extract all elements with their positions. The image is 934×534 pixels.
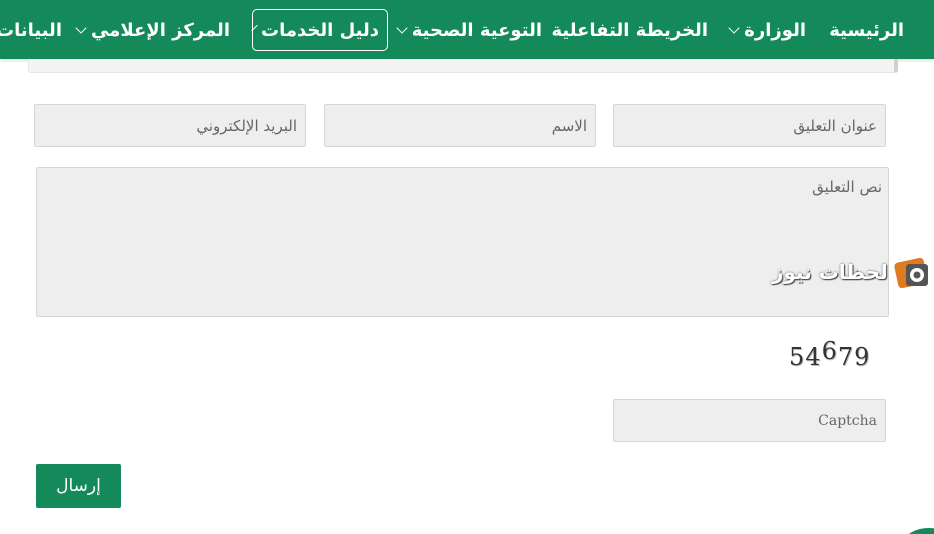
captcha-digit: 4 (805, 343, 822, 371)
nav-item-services-guide[interactable]: دليل الخدمات (251, 9, 388, 51)
captcha-image: 54679 (789, 337, 871, 371)
nav-item-label: المركز الإعلامي (90, 19, 230, 41)
nav-item-label: الخريطة التفاعلية (551, 19, 708, 41)
comment-body-textarea[interactable] (36, 167, 889, 317)
watermark: لحظات نيوز (772, 252, 932, 292)
nav-item-label: الرئيسية (829, 19, 904, 41)
chevron-down-icon (396, 21, 408, 34)
name-input[interactable] (324, 104, 596, 147)
chevron-down-icon (75, 21, 87, 34)
comment-title-input[interactable] (613, 104, 886, 147)
captcha-digit: 6 (821, 337, 838, 365)
nav-item-interactive-map[interactable]: الخريطة التفاعلية (544, 9, 716, 51)
captcha-digit: 9 (854, 343, 871, 371)
chevron-down-icon (251, 24, 258, 31)
captcha-input[interactable] (613, 399, 886, 442)
nav-item-label: الوزارة (744, 19, 806, 41)
captcha-digit: 7 (837, 343, 855, 371)
nav-item-data[interactable]: البيانات (0, 9, 70, 51)
email-input[interactable] (34, 104, 306, 147)
submit-button[interactable]: إرسال (36, 464, 121, 508)
corner-decoration (904, 528, 934, 534)
captcha-digit: 5 (789, 343, 806, 371)
nav-item-label: التوعية الصحية (411, 19, 542, 41)
nav-item-home[interactable]: الرئيسية (821, 9, 912, 51)
nav-item-label: دليل الخدمات (261, 19, 379, 41)
nav-item-health-awareness[interactable]: التوعية الصحية (390, 9, 550, 51)
nav-item-media-center[interactable]: المركز الإعلامي (69, 9, 238, 51)
watermark-text: لحظات نيوز (772, 260, 888, 284)
previous-section-box (28, 59, 898, 73)
main-navbar: الرئيسية الوزارة الخريطة التفاعلية التوع… (0, 0, 934, 59)
camera-logo-icon (894, 257, 928, 289)
nav-item-ministry[interactable]: الوزارة (722, 9, 814, 51)
nav-item-label: البيانات (0, 19, 62, 41)
chevron-down-icon (728, 21, 740, 34)
